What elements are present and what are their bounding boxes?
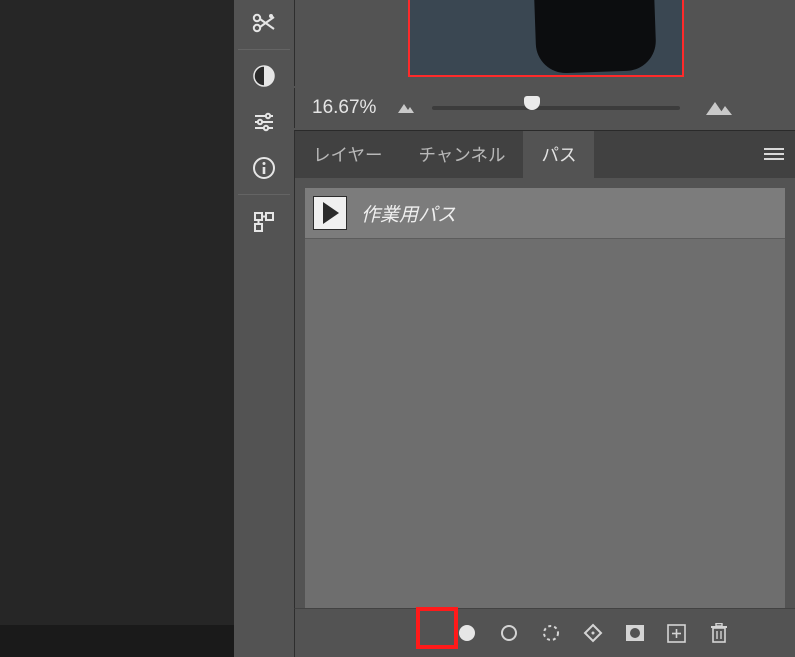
info-icon [252,156,276,180]
mask-icon [625,624,645,642]
tab-paths[interactable]: パス [523,131,594,178]
path-to-selection-button[interactable] [539,621,563,645]
trash-icon [710,623,728,643]
navigator-preview[interactable] [294,0,795,86]
path-thumbnail [313,196,347,230]
tab-layers[interactable]: レイヤー [295,131,400,178]
paths-empty-area[interactable] [305,238,785,613]
paths-bottom-toolbar [294,608,795,657]
properties-icon [252,209,276,233]
paths-panel-body: 作業用パス [294,178,795,608]
path-name-label: 作業用パス [361,200,456,227]
hamburger-icon [764,148,784,162]
color-sampler-tool[interactable] [234,0,294,46]
canvas-empty-area [0,0,234,625]
panel-tab-bar: レイヤー チャンネル パス [294,130,795,178]
right-tool-strip [234,0,294,657]
tab-label: パス [541,142,576,167]
path-shape-icon [319,200,341,226]
path-item[interactable]: 作業用パス [305,188,785,238]
diamond-icon [583,623,603,643]
adjustments-tool[interactable] [234,99,294,145]
canvas-edge [0,625,234,657]
tab-channels[interactable]: チャンネル [400,131,523,178]
delete-path-button[interactable] [707,621,731,645]
fill-circle-icon [458,624,476,642]
info-tool[interactable] [234,145,294,191]
new-path-button[interactable] [665,621,689,645]
preview-content [533,0,657,74]
panel-menu-button[interactable] [753,131,795,178]
tab-label: チャンネル [418,142,505,167]
invert-icon [252,64,276,88]
vector-mask-button[interactable] [623,621,647,645]
fill-path-button[interactable] [455,621,479,645]
tab-label: レイヤー [313,142,382,167]
stroke-circle-icon [500,624,518,642]
invert-tool[interactable] [234,53,294,99]
stroke-path-button[interactable] [497,621,521,645]
scissors-icon [251,10,277,36]
tool-separator [238,194,290,195]
zoom-in-icon[interactable] [704,99,734,117]
selection-to-path-button[interactable] [581,621,605,645]
navigator-visible-frame [408,0,684,77]
zoom-slider-thumb[interactable] [524,96,540,110]
zoom-out-icon[interactable] [396,101,416,115]
properties-tool[interactable] [234,198,294,244]
zoom-slider[interactable] [432,106,680,110]
plus-square-icon [667,624,686,643]
sliders-icon [252,110,276,134]
zoom-percentage[interactable]: 16.67% [295,97,390,119]
navigator-zoom-row: 16.67% [294,88,795,128]
dashed-circle-icon [542,624,560,642]
tool-separator [238,49,290,50]
